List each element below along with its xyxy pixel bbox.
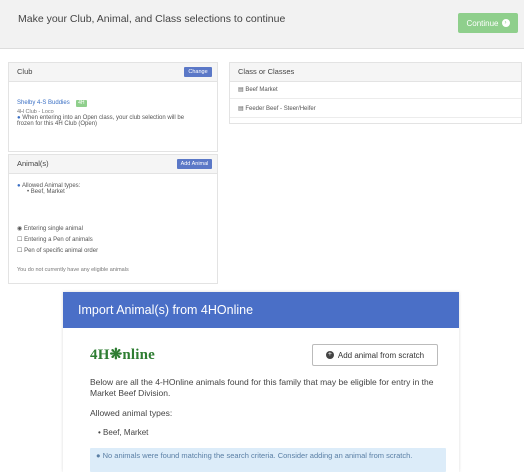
checkbox-icon: ☐: [17, 237, 23, 243]
page-title: Make your Club, Animal, and Class select…: [18, 13, 286, 25]
club-badge: 4H: [76, 100, 87, 107]
class-icon: ▤: [238, 87, 244, 93]
option-pen[interactable]: ☐ Entering a Pen of animals: [17, 236, 98, 243]
add-animal-from-scratch-button[interactable]: + Add animal from scratch: [312, 344, 438, 366]
club-panel-header: Club Change: [9, 63, 217, 82]
allowed-type-item: • Beef, Market: [27, 189, 65, 195]
modal-allowed-title: Allowed animal types:: [90, 408, 173, 418]
class-icon: ▤: [238, 106, 244, 112]
animals-footnote: You do not currently have any eligible a…: [17, 267, 129, 273]
animals-panel: Animal(s) Add Animal ● Allowed Animal ty…: [8, 154, 218, 284]
class-row[interactable]: ▤ Feeder Beef - Steer/Heifer: [230, 100, 521, 118]
checkbox-icon: ☐: [17, 248, 23, 254]
classes-panel-title: Class or Classes: [238, 67, 295, 76]
add-animal-label: Add animal from scratch: [337, 350, 425, 360]
arrow-right-icon: ›: [501, 19, 510, 27]
club-panel: Club Change Shelby 4-S Buddies 4H 4H Clu…: [8, 62, 218, 152]
option-single[interactable]: ◉ Entering single animal: [17, 225, 98, 232]
info-icon: ●: [17, 183, 21, 189]
classes-panel-header: Class or Classes: [230, 63, 521, 82]
radio-checked-icon: ◉: [17, 226, 23, 232]
top-bar: Make your Club, Animal, and Class select…: [0, 0, 524, 49]
classes-panel: Class or Classes ▤ Beef Market ▤ Feeder …: [229, 62, 522, 124]
modal-header: Import Animal(s) from 4HOnline: [63, 292, 459, 328]
no-animals-alert: ● No animals were found matching the sea…: [90, 448, 446, 472]
add-animal-button[interactable]: Add Animal: [177, 159, 212, 169]
club-note: ● When entering into an Open class, your…: [17, 115, 212, 127]
continue-button[interactable]: Continue ›: [458, 13, 518, 33]
info-icon: ●: [96, 451, 101, 460]
modal-allowed-item: • Beef, Market: [98, 428, 149, 437]
animals-panel-title: Animal(s): [17, 159, 49, 168]
animals-panel-header: Animal(s) Add Animal: [9, 155, 217, 174]
option-order[interactable]: ☐ Pen of specific animal order: [17, 247, 98, 254]
entry-options: ◉ Entering single animal ☐ Entering a Pe…: [17, 225, 98, 254]
club-name-block: Shelby 4-S Buddies 4H 4H Club - Loco: [17, 91, 87, 115]
club-name: Shelby 4-S Buddies: [17, 100, 70, 106]
modal-description: Below are all the 4-HOnline animals foun…: [90, 377, 434, 398]
club-note-suffix: frozen for this 4H Club (Open): [17, 121, 98, 127]
change-club-button[interactable]: Change: [184, 67, 212, 77]
4honline-logo: 4H❋nline: [90, 347, 156, 363]
alert-text: No animals were found matching the searc…: [102, 451, 413, 460]
club-panel-title: Club: [17, 67, 33, 76]
plus-icon: +: [325, 351, 334, 359]
class-row[interactable]: ▤ Beef Market: [230, 81, 521, 99]
allowed-types: ● Allowed Animal types: • Beef, Market: [17, 183, 80, 195]
continue-label: Continue: [466, 18, 499, 28]
